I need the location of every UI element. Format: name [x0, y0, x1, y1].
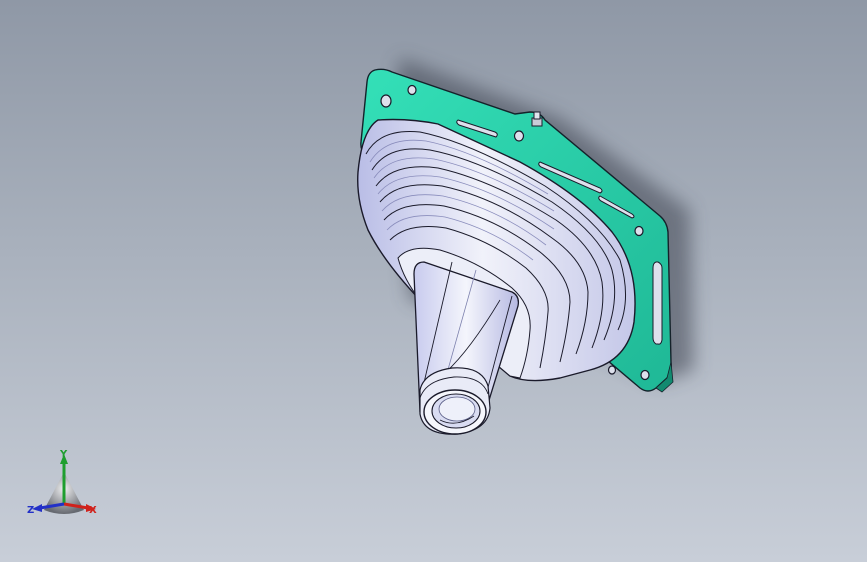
3d-graphics-viewport[interactable]: Y X Z [0, 0, 867, 562]
triad-x-label: X [89, 505, 97, 516]
triad-y-label: Y [60, 449, 68, 460]
top-fastener [531, 111, 543, 127]
cad-model-boot-assembly[interactable] [0, 0, 867, 562]
triad-z-label: Z [27, 505, 35, 516]
coordinate-triad[interactable]: Y X Z [26, 448, 106, 524]
